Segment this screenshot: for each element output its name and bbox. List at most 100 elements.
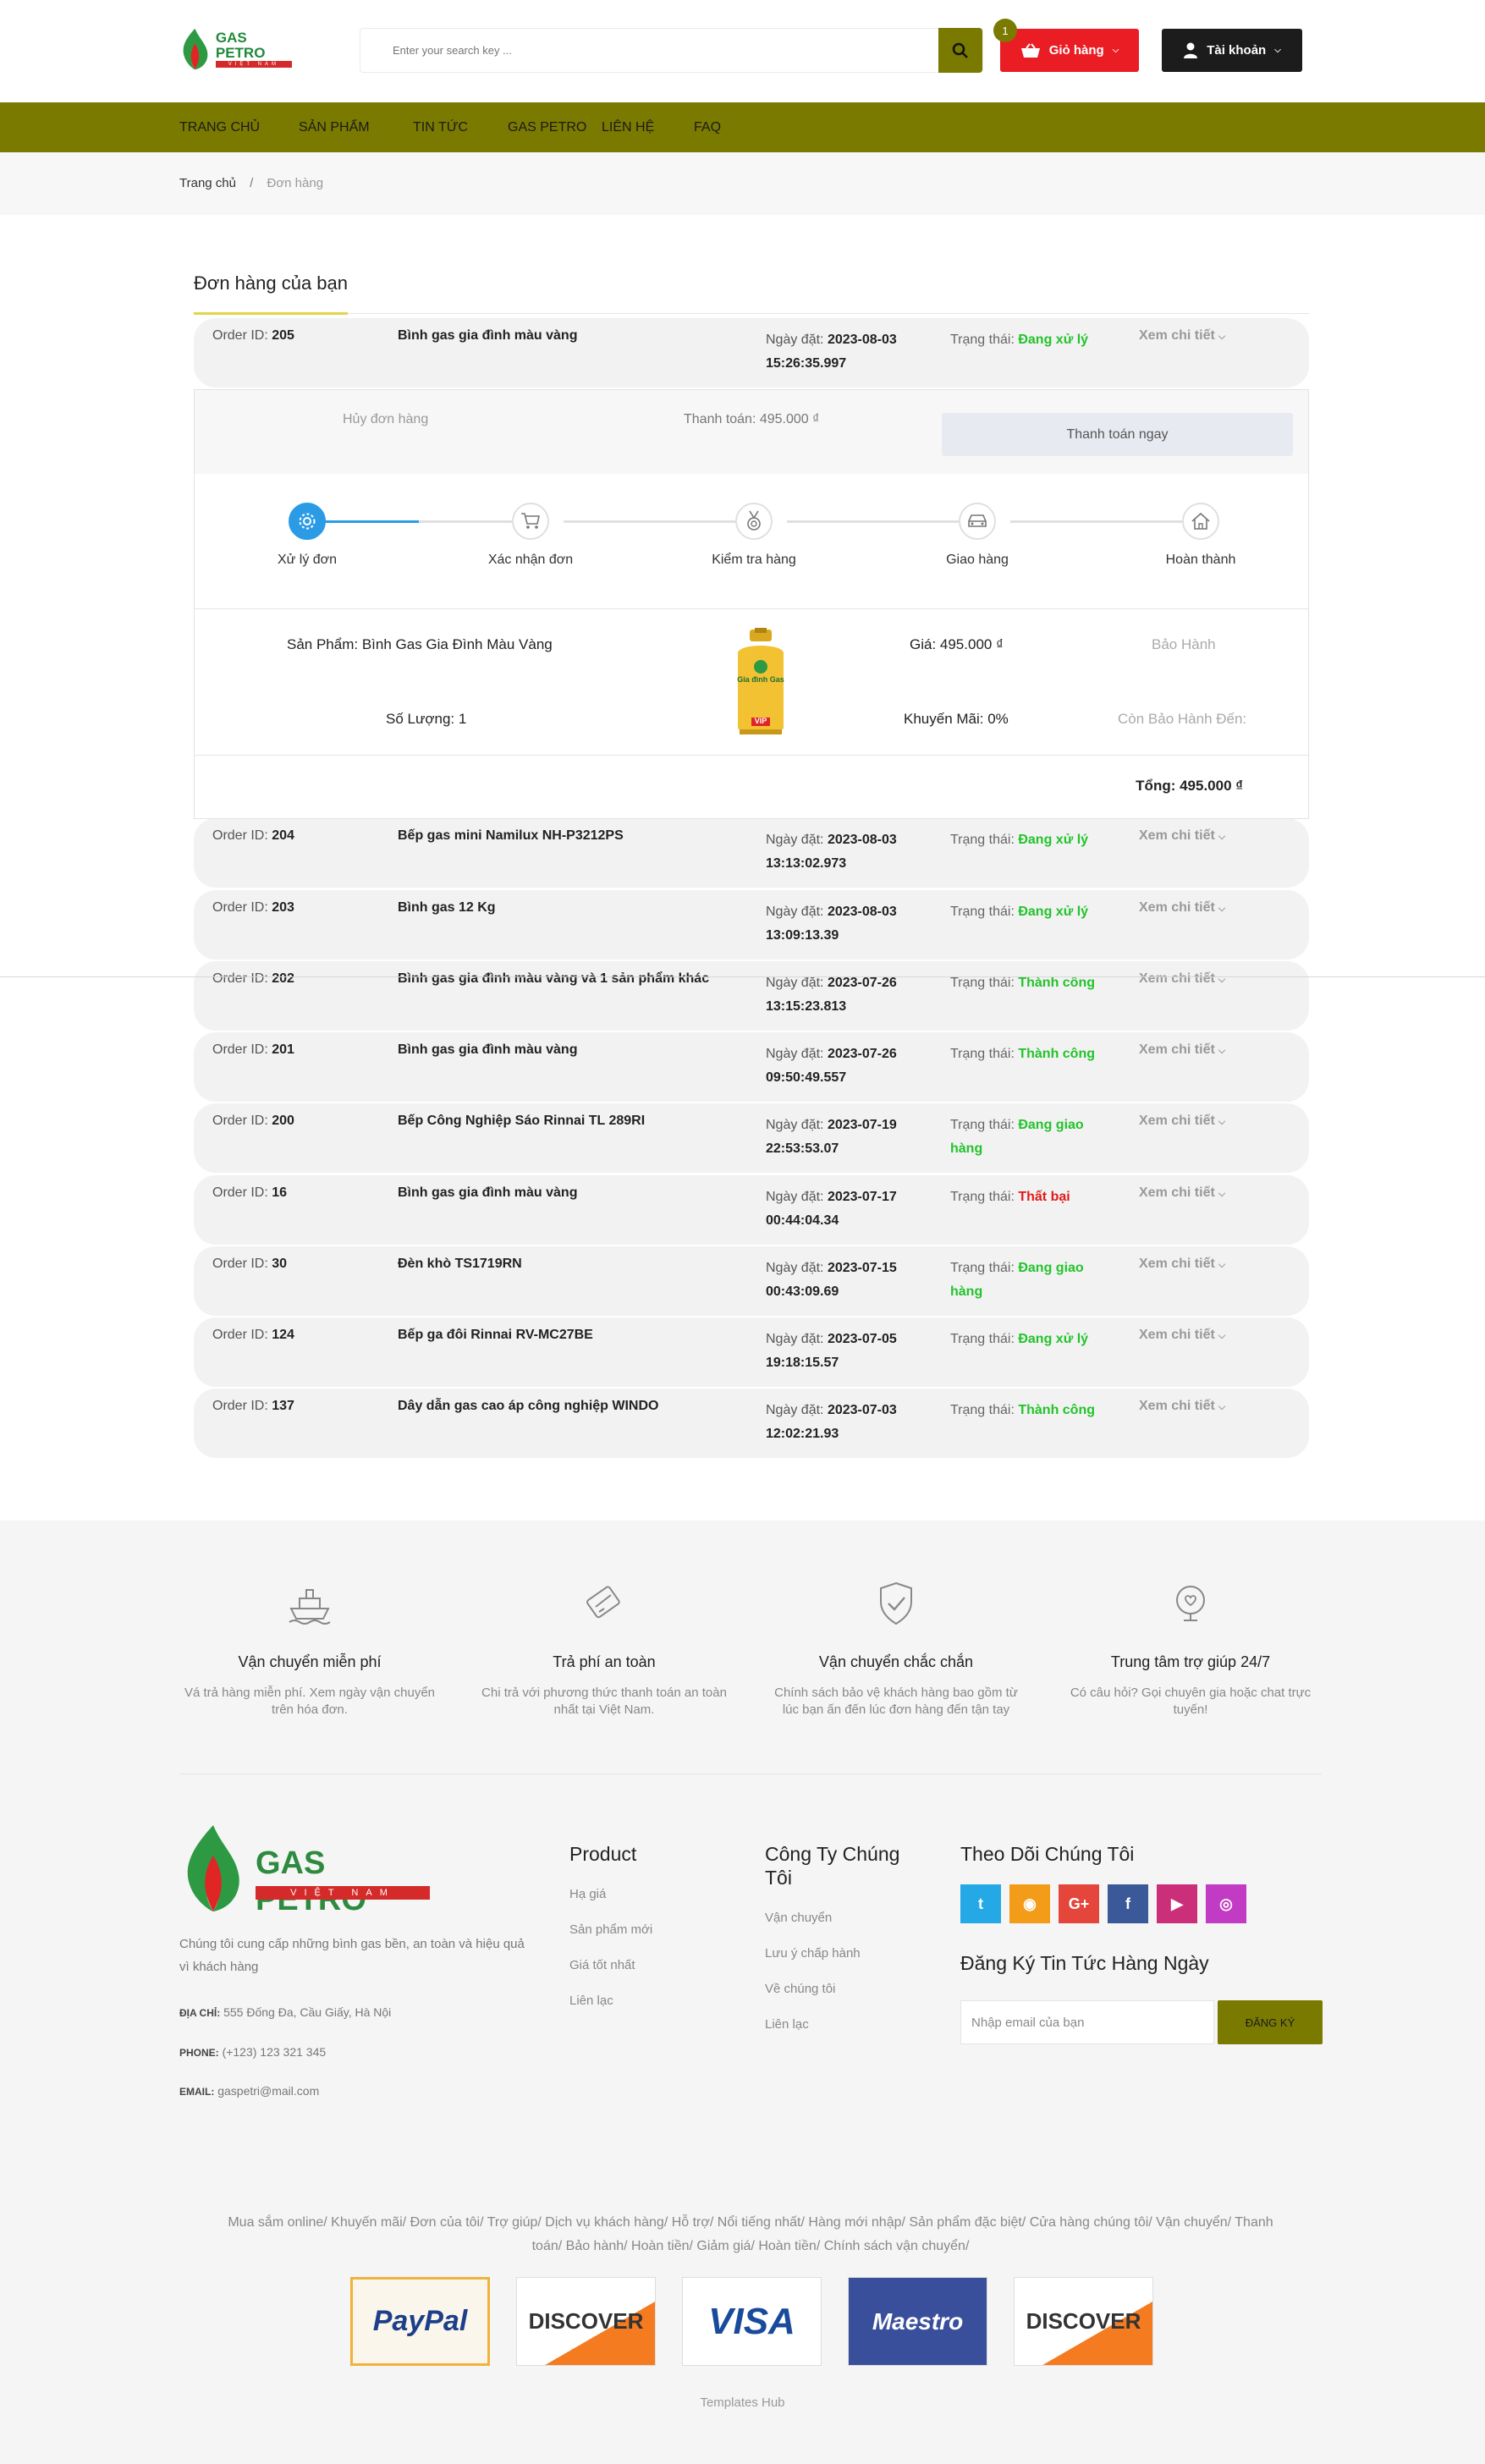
view-details-label: Xem chi tiết (1139, 1185, 1215, 1200)
order-date: Ngày đặt: 2023-07-03 12:02:21.93 (766, 1399, 935, 1446)
gear-icon (289, 503, 326, 540)
product-image[interactable]: Gia đình Gas VIP (731, 628, 790, 738)
order-row[interactable]: Order ID: 137 Dây dẫn gas cao áp công ngh… (194, 1389, 1309, 1458)
view-details-button[interactable]: Xem chi tiết ⌵ (1139, 1328, 1225, 1343)
footer-link[interactable]: Hạ giá (569, 1883, 652, 1906)
footer-link[interactable]: Liên lạc (569, 1989, 652, 2013)
email-value[interactable]: gaspetri@mail.com (217, 2084, 319, 2098)
feature-title: Trung tâm trợ giúp 24/7 (1110, 1653, 1271, 1670)
cancel-order-button[interactable]: Hủy đơn hàng (343, 412, 428, 427)
view-details-button[interactable]: Xem chi tiết ⌵ (1139, 1042, 1225, 1058)
footer-link[interactable]: Về chúng tôi (765, 1977, 917, 2001)
order-date-value: 2023-07-19 (827, 1118, 897, 1132)
order-status-label: Trạng thái: (950, 1047, 1015, 1061)
paypal-logo: PayPal (350, 2277, 490, 2366)
order-row[interactable]: Order ID: 16 Bình gas gia đình màu vàng Ng… (194, 1175, 1309, 1245)
order-id-value: 201 (272, 1042, 294, 1057)
subscribe-button[interactable]: ĐĂNG KÝ (1218, 2000, 1323, 2044)
order-date: Ngày đặt: 2023-07-17 00:44:04.34 (766, 1185, 935, 1233)
order-status: Trạng thái: Đang giao hàng (950, 1114, 1119, 1161)
order-row[interactable]: Order ID: 203 Bình gas 12 Kg Ngày đặt: 202… (194, 890, 1309, 960)
google-plus-icon[interactable]: G+ (1059, 1884, 1099, 1923)
nav-item-gas-petro[interactable]: GAS PETRO (508, 102, 586, 152)
subscribe-email-input[interactable]: Nhập email của bạn (960, 2000, 1214, 2044)
cart-button[interactable]: Giỏ hàng ⌵ (1000, 29, 1139, 72)
nav-item-home[interactable]: TRANG CHỦ (179, 102, 260, 152)
instagram-icon[interactable]: ◎ (1206, 1884, 1246, 1923)
view-details-button[interactable]: Xem chi tiết ⌵ (1139, 971, 1225, 987)
footer-logo[interactable]: GAS PETRO VIỆT NAM (179, 1822, 433, 1917)
footer-link[interactable]: Vận chuyển (765, 1906, 917, 1930)
breadcrumb-current: Đơn hàng (267, 176, 324, 190)
order-id-label: Order ID: (212, 900, 268, 915)
footer-phone: PHONE: (+123) 123 321 345 (179, 2045, 326, 2059)
order-status: Trạng thái: Thất bại (950, 1185, 1119, 1209)
status-badge: Thành công (1018, 976, 1095, 990)
facebook-icon[interactable]: f (1108, 1884, 1148, 1923)
view-details-button[interactable]: Xem chi tiết ⌵ (1139, 1185, 1225, 1201)
order-id: Order ID: 204 (212, 828, 294, 844)
phone-value[interactable]: (+123) 123 321 345 (223, 2045, 327, 2059)
nav-item-products[interactable]: SẢN PHẨM (299, 102, 370, 152)
view-details-label: Xem chi tiết (1139, 900, 1215, 915)
step-label: Hoàn thành (1165, 553, 1236, 567)
order-row[interactable]: Order ID: 204 Bếp gas mini Namilux NH-P32… (194, 818, 1309, 888)
step-confirm: Xác nhận đơn (463, 503, 598, 568)
footer-credit: Templates Hub (700, 2395, 785, 2410)
footer-col-product: Product Hạ giá Sản phẩm mới Giá tốt nhất… (569, 1842, 652, 2013)
order-date-label: Ngày đặt: (766, 1047, 824, 1061)
status-badge: Thành công (1018, 1403, 1095, 1417)
chevron-down-icon: ⌵ (1218, 1402, 1226, 1412)
order-row[interactable]: Order ID: 201 Bình gas gia đình màu vàng N… (194, 1032, 1309, 1102)
order-date-value: 2023-07-26 (827, 1047, 897, 1061)
view-details-button[interactable]: Xem chi tiết ⌵ (1139, 1257, 1225, 1272)
order-date-value: 2023-08-03 (827, 833, 897, 847)
order-id: Order ID: 205 (212, 328, 294, 344)
pay-now-button[interactable]: Thanh toán ngay (942, 413, 1293, 456)
footer-link[interactable]: Sản phẩm mới (569, 1918, 652, 1942)
rss-icon[interactable]: ◉ (1009, 1884, 1050, 1923)
logo[interactable]: GAS PETRO VIỆT NAM (179, 25, 298, 73)
order-product-name: Bình gas gia đình màu vàng (398, 328, 578, 343)
order-row[interactable]: Order ID: 124 Bếp ga đôi Rinnai RV-MC27BE… (194, 1317, 1309, 1387)
order-status-label: Trạng thái: (950, 1403, 1015, 1417)
nav-item-contact[interactable]: LIÊN HỆ (602, 102, 654, 152)
order-date-value: 2023-07-05 (827, 1332, 897, 1346)
view-details-button[interactable]: Xem chi tiết ⌵ (1139, 900, 1225, 916)
footer-links-line[interactable]: Mua sắm online/ Khuyến mãi/ Đơn của tôi/… (179, 2211, 1322, 2258)
footer-link[interactable]: Liên lạc (765, 2013, 917, 2037)
social-links: t ◉ G+ f ▶ ◎ (960, 1884, 1246, 1923)
footer-link[interactable]: Giá tốt nhất (569, 1954, 652, 1977)
nav-item-news[interactable]: TIN TỨC (413, 102, 468, 152)
breadcrumb-home[interactable]: Trang chủ (179, 176, 236, 190)
title-accent (194, 312, 348, 315)
basket-icon (1020, 42, 1040, 58)
order-total: Tổng: 495.000 ₫ (1136, 778, 1243, 794)
order-row[interactable]: Order ID: 30 Đèn khò TS1719RN Ngày đặt: 20… (194, 1246, 1309, 1316)
email-label: EMAIL: (179, 2086, 215, 2098)
order-date: Ngày đặt: 2023-08-03 13:09:13.39 (766, 900, 935, 948)
order-row[interactable]: Order ID: 202 Bình gas gia đình màu vàng … (194, 961, 1309, 1031)
status-badge: Đang xử lý (1018, 1332, 1089, 1346)
order-id: Order ID: 200 (212, 1114, 294, 1129)
search-icon (952, 42, 968, 58)
warranty-label: Bảo Hành (1152, 636, 1216, 652)
account-button[interactable]: Tài khoản ⌵ (1162, 29, 1302, 72)
footer-col-title: Product (569, 1843, 637, 1865)
twitter-icon[interactable]: t (960, 1884, 1001, 1923)
view-details-button[interactable]: Xem chi tiết ⌵ (1139, 1399, 1225, 1414)
youtube-icon[interactable]: ▶ (1157, 1884, 1197, 1923)
view-details-button[interactable]: Xem chi tiết ⌵ (1139, 328, 1225, 344)
order-row[interactable]: Order ID: 205 Bình gas gia đình màu vàng N… (194, 318, 1309, 388)
order-row[interactable]: Order ID: 200 Bếp Công Nghiệp Sáo Rinnai … (194, 1103, 1309, 1173)
view-details-button[interactable]: Xem chi tiết ⌵ (1139, 1114, 1225, 1129)
nav-item-faq[interactable]: FAQ (694, 102, 721, 152)
step-delivery: Giao hàng (910, 503, 1045, 568)
order-date-value: 2023-08-03 (827, 333, 897, 347)
view-details-button[interactable]: Xem chi tiết ⌵ (1139, 828, 1225, 844)
order-id: Order ID: 30 (212, 1257, 287, 1272)
footer-link[interactable]: Lưu ý chấp hành (765, 1942, 917, 1966)
feature-title: Vận chuyển miễn phí (238, 1653, 382, 1670)
search-input[interactable] (360, 29, 938, 72)
search-button[interactable] (938, 28, 982, 73)
